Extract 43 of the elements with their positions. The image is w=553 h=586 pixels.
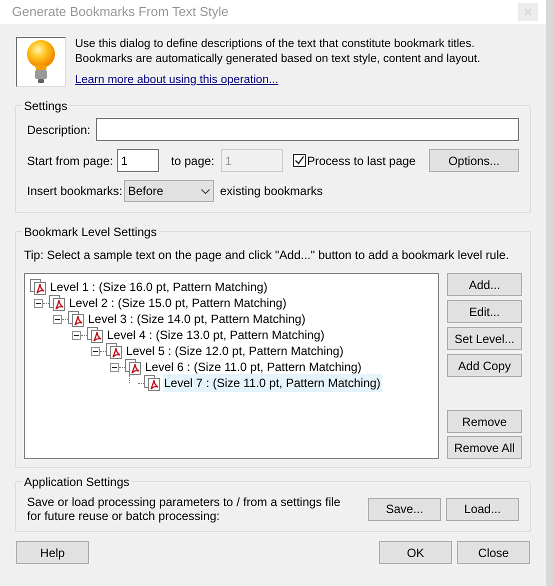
collapse-icon[interactable] bbox=[53, 314, 62, 324]
tree-item[interactable]: Level 5 : (Size 12.0 pt, Pattern Matching) bbox=[125, 342, 344, 360]
collapse-icon[interactable] bbox=[110, 362, 119, 372]
lightbulb-icon bbox=[24, 39, 58, 85]
insert-label: Insert bookmarks: bbox=[27, 183, 124, 200]
collapse-icon[interactable] bbox=[34, 298, 43, 308]
process-label: Process to last page bbox=[307, 152, 416, 170]
ok-button[interactable]: OK bbox=[379, 541, 452, 564]
intro-text: Use this dialog to define descriptions of the text that constitute bookmark titles. Bookmarks are automatically generated based on text style, content and layout. bbox=[75, 37, 482, 67]
action-button[interactable]: Edit... bbox=[447, 300, 522, 323]
tree-item[interactable]: Level 3 : (Size 14.0 pt, Pattern Matching) bbox=[87, 310, 306, 328]
tree-item[interactable]: Level 6 : (Size 11.0 pt, Pattern Matching) bbox=[144, 358, 363, 376]
start-page-label: Start from page: bbox=[27, 152, 114, 170]
tip-text: Tip: Select a sample text on the page and click "Add..." button to add a bookmark level rule. bbox=[24, 247, 510, 264]
existing-bookmarks-label: existing bookmarks bbox=[220, 183, 323, 200]
process-checkbox[interactable] bbox=[293, 154, 306, 167]
chevron-down-icon bbox=[201, 188, 210, 194]
save-button[interactable]: Save... bbox=[368, 498, 441, 520]
app-settings-text: Save or load processing parameters to / from a settings file for future reuse or batch processing: bbox=[27, 495, 342, 523]
action-button[interactable]: Add Copy bbox=[447, 354, 522, 377]
collapse-icon[interactable] bbox=[72, 330, 81, 340]
insert-dropdown[interactable]: Before bbox=[124, 180, 214, 202]
help-button[interactable]: Help bbox=[16, 541, 89, 564]
pdf-document-icon bbox=[30, 279, 47, 295]
close-icon bbox=[524, 8, 532, 16]
close-dialog-button[interactable]: Close bbox=[457, 541, 530, 564]
to-page-label: to page: bbox=[171, 152, 216, 170]
description-field[interactable] bbox=[96, 118, 519, 141]
tree-item[interactable]: Level 4 : (Size 13.0 pt, Pattern Matching) bbox=[106, 326, 326, 344]
action-button[interactable]: Add... bbox=[447, 273, 522, 296]
options-button[interactable]: Options... bbox=[429, 149, 519, 172]
window-title: Generate Bookmarks From Text Style bbox=[12, 3, 229, 22]
load-button[interactable]: Load... bbox=[446, 498, 519, 520]
description-label: Description: bbox=[27, 122, 90, 138]
remove-button[interactable]: Remove All bbox=[447, 436, 522, 459]
collapse-icon[interactable] bbox=[91, 346, 100, 356]
remove-button[interactable]: Remove bbox=[447, 410, 522, 433]
action-button[interactable]: Set Level... bbox=[447, 327, 522, 350]
tree-item[interactable]: Level 1 : (Size 16.0 pt, Pattern Matching) bbox=[49, 278, 268, 296]
learn-more-link[interactable]: Learn more about using this operation... bbox=[75, 73, 278, 88]
tree-item[interactable]: Level 2 : (Size 15.0 pt, Pattern Matching) bbox=[68, 294, 288, 312]
tree-item[interactable]: Level 7 : (Size 11.0 pt, Pattern Matching) bbox=[163, 374, 382, 392]
start-page-field[interactable]: 1 bbox=[117, 149, 159, 172]
